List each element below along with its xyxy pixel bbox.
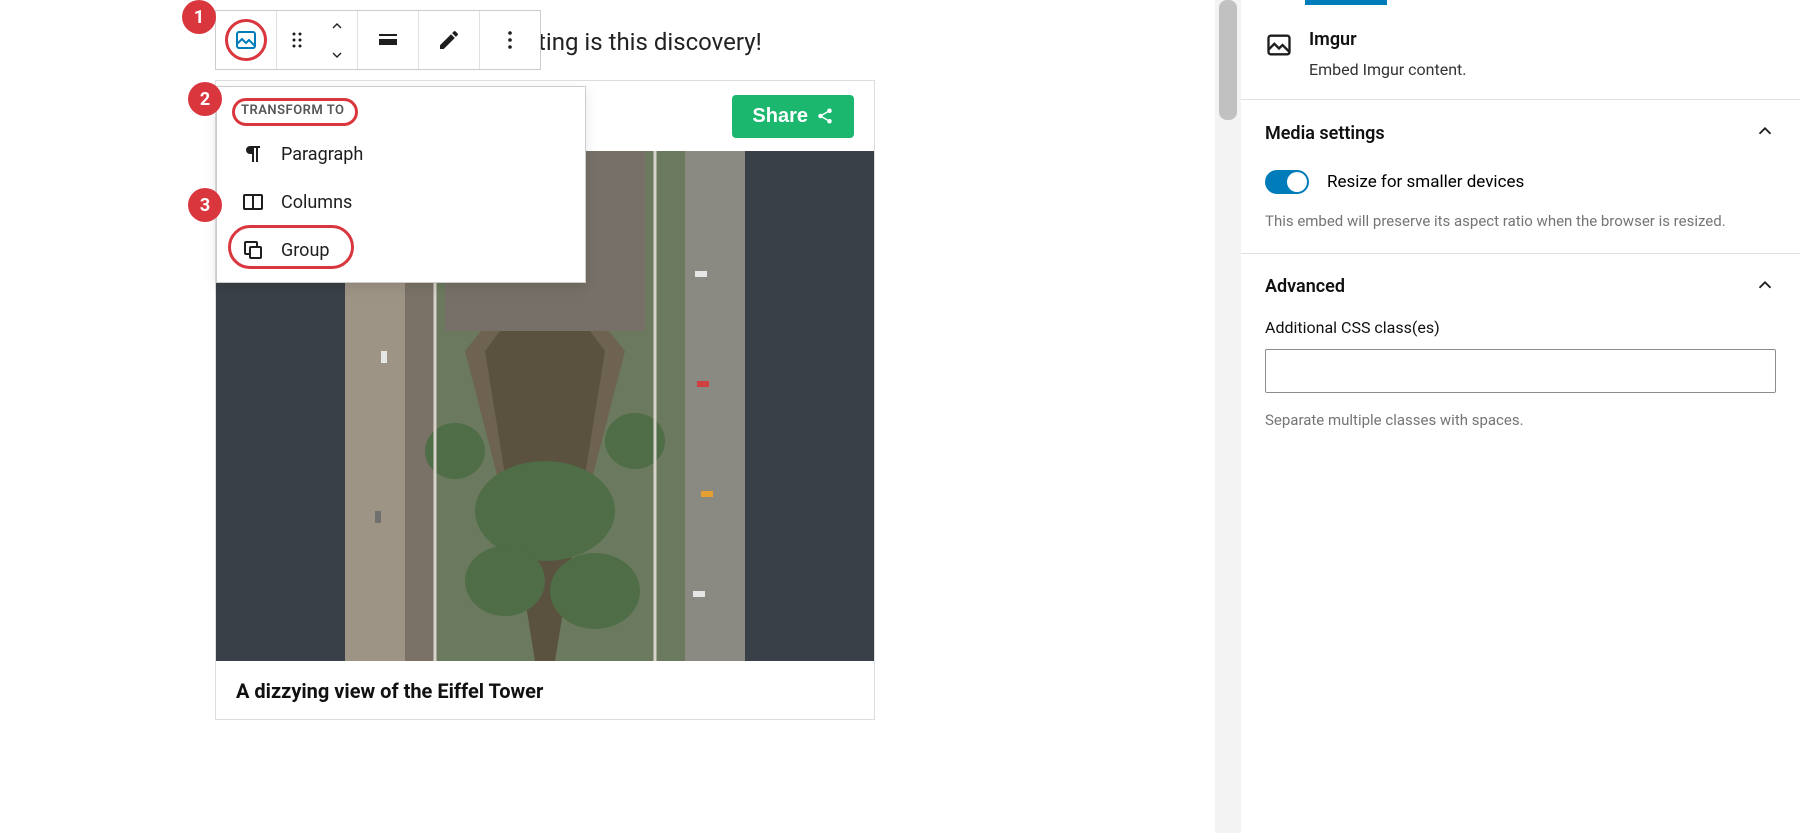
transform-item-label: Columns	[281, 192, 352, 213]
callout-1: 1	[182, 0, 216, 34]
transform-header: TRANSFORM TO	[217, 87, 585, 130]
settings-sidebar: Imgur Embed Imgur content. Media setting…	[1240, 0, 1800, 833]
sidebar-scrollbar[interactable]	[1215, 0, 1241, 833]
panel-title: Media settings	[1265, 123, 1385, 144]
advanced-panel: Advanced Additional CSS class(es) Separa…	[1241, 253, 1800, 452]
paragraph-text[interactable]: ating is this discovery!	[525, 28, 762, 56]
block-toolbar	[215, 10, 541, 70]
chevron-up-icon	[1754, 120, 1776, 146]
css-help: Separate multiple classes with spaces.	[1265, 409, 1776, 432]
resize-toggle[interactable]	[1265, 170, 1309, 194]
resize-help: This embed will preserve its aspect rati…	[1265, 210, 1776, 233]
align-icon	[376, 28, 400, 52]
transform-popover: TRANSFORM TO Paragraph Columns Group	[216, 86, 586, 283]
media-settings-header[interactable]: Media settings	[1265, 120, 1776, 146]
sidebar-scroll-thumb[interactable]	[1219, 0, 1237, 120]
ellipsis-icon	[498, 28, 522, 52]
pencil-icon	[437, 28, 461, 52]
resize-toggle-row: Resize for smaller devices	[1265, 170, 1776, 194]
callout-2: 2	[188, 82, 222, 116]
chevron-up-icon	[329, 18, 345, 34]
resize-label: Resize for smaller devices	[1327, 172, 1524, 192]
block-description: Embed Imgur content.	[1309, 60, 1467, 79]
imgur-icon	[1265, 31, 1293, 59]
share-button[interactable]: Share	[732, 95, 854, 138]
callout-3: 3	[188, 188, 222, 222]
pilcrow-icon	[241, 142, 265, 166]
media-settings-panel: Media settings Resize for smaller device…	[1241, 99, 1800, 253]
transform-item-columns[interactable]: Columns	[217, 178, 585, 226]
block-type-button[interactable]	[216, 11, 276, 69]
share-label: Share	[752, 105, 808, 128]
advanced-header[interactable]: Advanced	[1265, 274, 1776, 300]
transform-item-label: Paragraph	[281, 144, 363, 165]
move-up-button[interactable]	[317, 11, 357, 40]
embed-caption: A dizzying view of the Eiffel Tower	[216, 661, 874, 721]
transform-item-label: Group	[281, 240, 329, 261]
editor-canvas: ating is this discovery! Share	[0, 0, 1235, 833]
more-options-button[interactable]	[480, 11, 540, 69]
chevron-down-icon	[329, 47, 345, 63]
share-icon	[816, 107, 834, 125]
transform-item-paragraph[interactable]: Paragraph	[217, 130, 585, 178]
transform-item-group[interactable]: Group	[217, 226, 585, 274]
css-label: Additional CSS class(es)	[1265, 318, 1776, 337]
columns-icon	[241, 190, 265, 214]
imgur-icon	[234, 28, 258, 52]
group-icon	[241, 238, 265, 262]
drag-handle-icon	[285, 28, 309, 52]
block-card: Imgur Embed Imgur content.	[1241, 5, 1800, 99]
edit-button[interactable]	[419, 11, 479, 69]
panel-title: Advanced	[1265, 276, 1345, 297]
drag-handle-button[interactable]	[277, 11, 317, 69]
align-button[interactable]	[358, 11, 418, 69]
chevron-up-icon	[1754, 274, 1776, 300]
block-movers	[317, 11, 357, 69]
css-class-input[interactable]	[1265, 349, 1776, 393]
block-name: Imgur	[1309, 29, 1467, 50]
toggle-knob	[1287, 172, 1307, 192]
move-down-button[interactable]	[317, 40, 357, 69]
